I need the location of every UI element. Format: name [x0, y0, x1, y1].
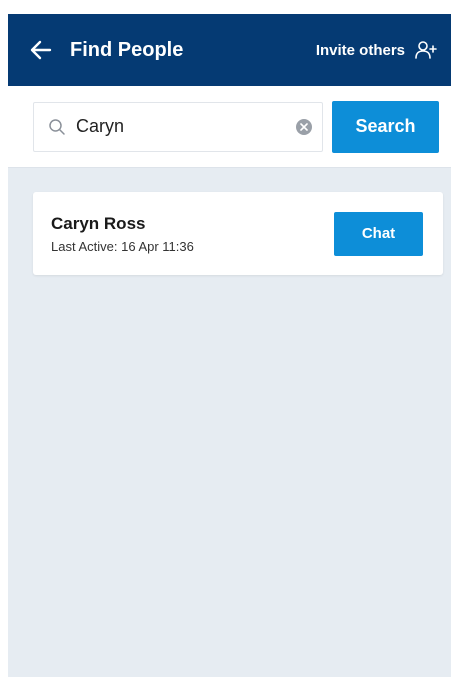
clear-search-button[interactable] [294, 117, 314, 137]
search-button[interactable]: Search [332, 100, 439, 153]
clear-icon [296, 118, 312, 135]
search-field [33, 101, 323, 152]
chat-button[interactable]: Chat [334, 211, 423, 256]
app-screen: Find People Invite others Sea [8, 14, 451, 677]
arrow-left-icon [30, 40, 52, 60]
top-app-bar: Find People Invite others [8, 14, 451, 86]
list-item: Caryn Ross Last Active: 16 Apr 11:36 Cha… [33, 192, 443, 275]
person-info: Caryn Ross Last Active: 16 Apr 11:36 [51, 214, 334, 254]
back-button[interactable] [26, 35, 56, 65]
search-input[interactable] [74, 115, 294, 138]
person-add-icon [415, 41, 437, 59]
person-name: Caryn Ross [51, 213, 146, 233]
results-list: Caryn Ross Last Active: 16 Apr 11:36 Cha… [8, 168, 451, 275]
search-bar: Search [8, 86, 451, 168]
invite-others-label: Invite others [315, 41, 405, 59]
page-title: Find People [70, 38, 184, 61]
last-active-text: Last Active: 16 Apr 11:36 [51, 238, 194, 254]
invite-others-button[interactable]: Invite others [316, 40, 437, 60]
search-icon [49, 118, 65, 135]
